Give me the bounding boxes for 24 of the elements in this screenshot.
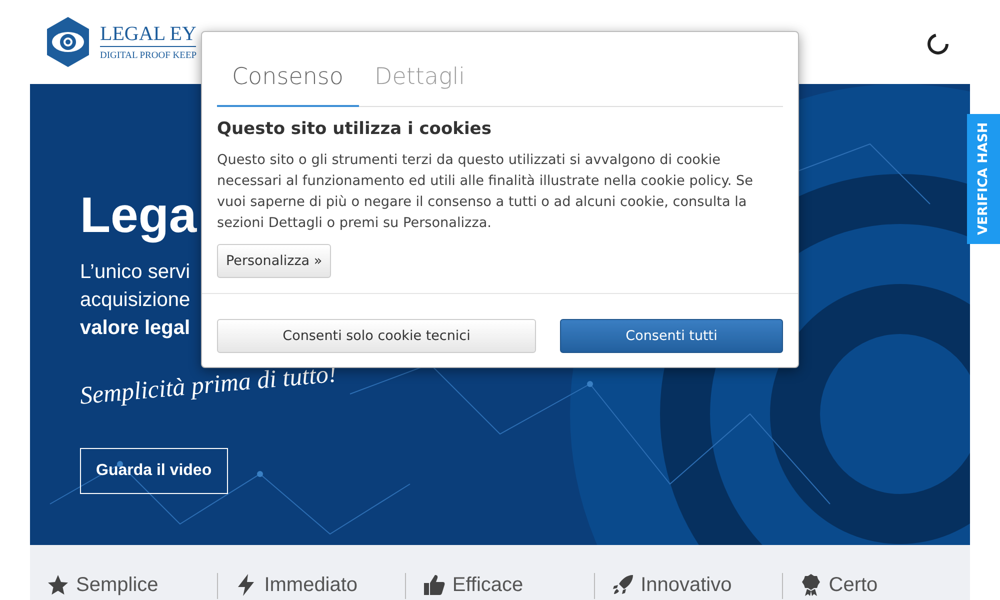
dialog-tab[interactable]: Consenso (217, 58, 360, 106)
feature-label: Immediato (264, 575, 358, 595)
accept-all-button[interactable]: Consenti tutti (560, 319, 784, 353)
star-icon (46, 573, 70, 597)
slogan-text: Semplicità prima di tutto! (78, 360, 338, 412)
dialog-text: Questo sito o gli strumenti terzi da questo utilizzati si avvalgono di cookie necessari al funzionamento ed utili alle finalità illustrate nella cookie policy. Se vuoi saperne di più o negare il consenso a tutti o ad alcuni cookie, consulta la sezioni Dettagli o premi su Personalizza. (217, 151, 754, 233)
dialog-heading: Questo sito utilizza i cookies (217, 118, 492, 140)
feature-label: Efficace (452, 575, 524, 595)
hero-text: acquisizione (80, 288, 190, 313)
thumbs-up-icon (422, 573, 446, 597)
logo-tagline: DIGITAL PROOF KEEP (100, 50, 197, 63)
feature-label: Certo (828, 575, 878, 595)
eye-logo-icon (44, 16, 92, 68)
rocket-icon (610, 573, 635, 597)
feature-label: Innovativo (640, 575, 732, 595)
feature-label: Semplice (76, 575, 158, 595)
technical-cookies-button[interactable]: Consenti solo cookie tecnici (217, 319, 536, 353)
logo-text: LEGAL EY (100, 24, 196, 47)
hero-text: L’unico servi (80, 260, 190, 285)
customize-button[interactable]: Personalizza » (217, 244, 332, 278)
video-button[interactable]: Guarda il video (80, 448, 228, 494)
verify-hash-tab[interactable]: VERIFICA HASH (967, 114, 1000, 244)
hero-text: valore legal (80, 316, 190, 341)
spinner-icon (926, 32, 950, 56)
